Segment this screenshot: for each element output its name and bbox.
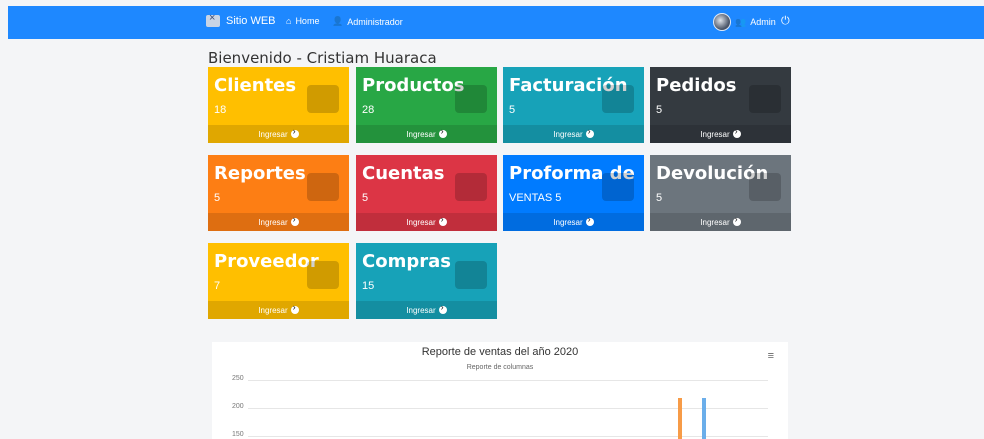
ingresar-label: Ingresar <box>700 129 730 139</box>
user-menu[interactable]: 👥 Admin <box>713 13 776 31</box>
power-icon[interactable]: ⏻ <box>781 15 790 28</box>
card-title: Reportes <box>214 163 306 184</box>
card-productos: Productos 28 Ingresar <box>356 67 497 143</box>
lightbulb-icon <box>455 85 487 113</box>
chart-bar[interactable] <box>678 398 682 439</box>
arrow-circle-icon <box>438 302 447 314</box>
card-count: 5 <box>214 192 221 204</box>
dollar-icon <box>455 173 487 201</box>
card-count: 15 <box>362 280 375 292</box>
card-proveedor: Proveedor 7 Ingresar <box>208 243 349 319</box>
chart-menu-icon[interactable]: ≡ <box>768 350 774 362</box>
invoice-icon <box>602 173 634 201</box>
brand-label: Sitio WEB <box>226 15 276 27</box>
arrow-circle-icon <box>585 214 594 226</box>
home-icon: ⌂ <box>286 16 292 26</box>
ingresar-label: Ingresar <box>406 305 436 315</box>
cart-icon <box>206 12 220 27</box>
card-clientes: Clientes 18 Ingresar <box>208 67 349 143</box>
home-link[interactable]: ⌂ Home <box>286 16 319 26</box>
ingresar-label: Ingresar <box>258 129 288 139</box>
page-title: Bienvenido - Cristiam Huaraca <box>208 49 437 67</box>
arrow-circle-icon <box>290 302 299 314</box>
card-count: 28 <box>362 104 375 116</box>
user-label: Admin <box>750 17 776 27</box>
home-label: Home <box>295 16 320 26</box>
card-proformade: Proforma de VENTAS 5 Ingresar <box>503 155 644 231</box>
y-tick-150: 150 <box>232 431 244 438</box>
ingresar-label: Ingresar <box>700 217 730 227</box>
ingresar-link[interactable]: Ingresar <box>208 301 349 319</box>
ingresar-link[interactable]: Ingresar <box>503 213 644 231</box>
chart-subtitle: Reporte de columnas <box>466 364 534 371</box>
card-count: 18 <box>214 104 227 116</box>
user-plus-icon <box>307 261 339 289</box>
card-title: Clientes <box>214 75 297 96</box>
ingresar-link[interactable]: Ingresar <box>356 301 497 319</box>
brand-link[interactable]: Sitio WEB <box>206 12 276 27</box>
printer-icon <box>602 85 634 113</box>
card-title: Productos <box>362 75 465 96</box>
card-title: Cuentas <box>362 163 445 184</box>
arrow-circle-icon <box>732 214 741 226</box>
card-facturacin: Facturación 5 Ingresar <box>503 67 644 143</box>
ingresar-label: Ingresar <box>258 305 288 315</box>
ingresar-link[interactable]: Ingresar <box>650 125 791 143</box>
arrow-circle-icon <box>290 214 299 226</box>
report-icon <box>307 173 339 201</box>
card-count: 5 <box>656 192 663 204</box>
card-count: 5 <box>362 192 369 204</box>
card-title: Compras <box>362 251 451 272</box>
chart-title: Reporte de ventas del año 2020 <box>421 346 579 358</box>
card-reportes: Reportes 5 Ingresar <box>208 155 349 231</box>
avatar <box>713 13 731 31</box>
arrow-circle-icon <box>438 214 447 226</box>
chart-bar[interactable] <box>702 398 706 439</box>
truck-icon <box>749 85 781 113</box>
grid-line <box>248 380 768 381</box>
admin-label: Administrador <box>347 16 403 27</box>
card-compras: Compras 15 Ingresar <box>356 243 497 319</box>
exchange-icon <box>749 173 781 201</box>
y-tick-200: 200 <box>232 403 244 410</box>
ingresar-label: Ingresar <box>406 129 436 139</box>
admin-link[interactable]: 👤 Administrador <box>332 16 403 27</box>
printer-icon <box>455 261 487 289</box>
arrow-circle-icon <box>585 126 594 138</box>
y-tick-250: 250 <box>232 375 244 382</box>
card-count: 5 <box>509 104 516 116</box>
grid-line <box>248 436 768 437</box>
ingresar-link[interactable]: Ingresar <box>356 213 497 231</box>
card-cuentas: Cuentas 5 Ingresar <box>356 155 497 231</box>
arrow-circle-icon <box>732 126 741 138</box>
ingresar-label: Ingresar <box>406 217 436 227</box>
arrow-circle-icon <box>290 126 299 138</box>
card-count: VENTAS 5 <box>509 192 562 204</box>
card-pedidos: Pedidos 5 Ingresar <box>650 67 791 143</box>
ingresar-link[interactable]: Ingresar <box>650 213 791 231</box>
card-count: 5 <box>656 104 663 116</box>
user-icon: 👤 <box>332 16 344 26</box>
sales-chart: Reporte de ventas del año 2020 Reporte d… <box>212 342 788 439</box>
ingresar-label: Ingresar <box>258 217 288 227</box>
ingresar-label: Ingresar <box>553 129 583 139</box>
grid-line <box>248 408 768 409</box>
ingresar-link[interactable]: Ingresar <box>208 125 349 143</box>
ingresar-link[interactable]: Ingresar <box>356 125 497 143</box>
card-count: 7 <box>214 280 221 292</box>
ingresar-label: Ingresar <box>553 217 583 227</box>
ingresar-link[interactable]: Ingresar <box>503 125 644 143</box>
user-plus-icon <box>307 85 339 113</box>
arrow-circle-icon <box>438 126 447 138</box>
users-icon: 👥 <box>735 16 747 27</box>
top-navbar: Sitio WEB ⌂ Home 👤 Administrador 👥 Admin… <box>8 6 984 39</box>
card-devolucin: Devolución 5 Ingresar <box>650 155 791 231</box>
card-title: Pedidos <box>656 75 737 96</box>
ingresar-link[interactable]: Ingresar <box>208 213 349 231</box>
